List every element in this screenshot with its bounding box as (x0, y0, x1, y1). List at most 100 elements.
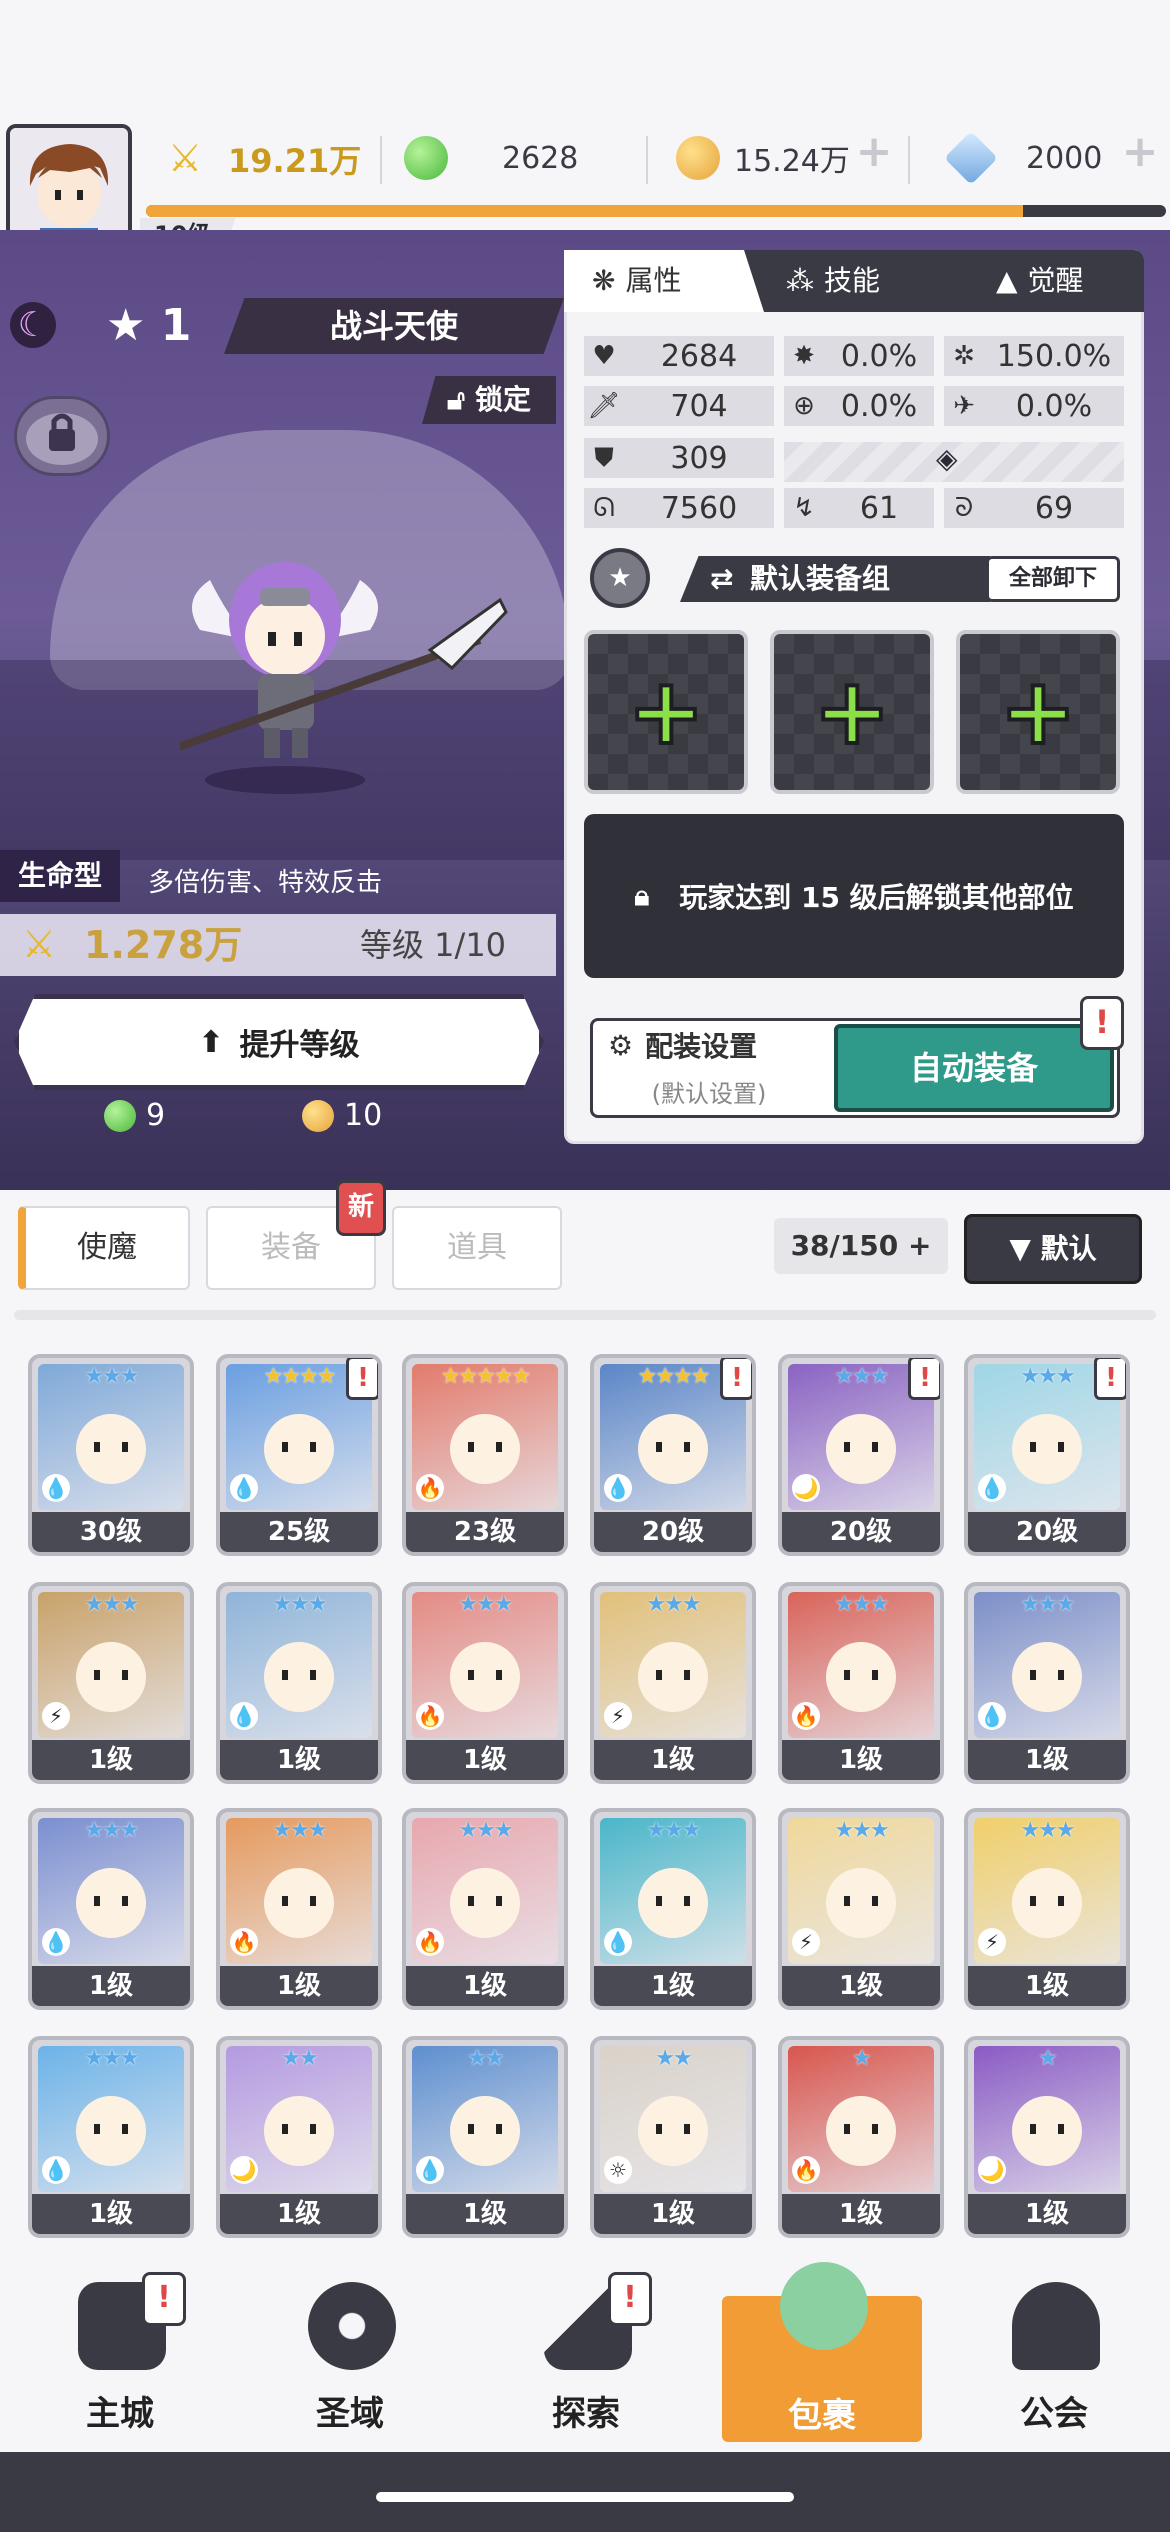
tab-awaken[interactable]: ▲ 觉醒 (996, 250, 1084, 312)
player-power: 19.21万 (228, 142, 362, 180)
tab-skills[interactable]: ⁂ 技能 (786, 250, 880, 312)
hero-star-count: ★ 1 (106, 300, 191, 351)
gold-coin-icon (676, 136, 720, 180)
tab-items[interactable]: 道具 (392, 1206, 562, 1290)
battle-angel-sprite (168, 562, 508, 794)
upgrade-label: 提升等级 (239, 1028, 360, 1063)
gold-coin-icon (302, 1099, 334, 1132)
familiar-level: 1级 (32, 2194, 190, 2234)
familiar-eyes (94, 2124, 128, 2134)
familiar-card[interactable]: ★★★ ⚡ 1级 (28, 1582, 194, 1784)
sword-power-icon: ⚔ (22, 922, 57, 966)
loadout-settings-button[interactable]: ⚙ 配装设置 (594, 1022, 824, 1068)
stat-dodge: ✈ 0.0% (944, 386, 1124, 426)
hero-type-description: 多倍伤害、特效反击 (148, 868, 383, 898)
nav-sanctuary[interactable]: 圣域 (250, 2272, 450, 2442)
familiar-card[interactable]: ★★★ 💧 1级 (964, 1582, 1130, 1784)
xp-bar-fill (146, 205, 1024, 217)
familiar-level: 20级 (782, 1512, 940, 1552)
weapon-slot[interactable]: + (584, 630, 748, 794)
lock-button[interactable]: 🔓︎ 锁定 (422, 376, 556, 424)
tab-attributes[interactable]: ❋ 属性 (564, 250, 764, 312)
upgrade-level-button[interactable]: ⬆ 提升等级 (14, 994, 544, 1090)
element-icon: 🔥 (792, 1702, 820, 1730)
rarity-stars-icon: ★★ (467, 2046, 504, 2071)
familiar-card[interactable]: ★★★ 🔥 1级 (402, 1808, 568, 2010)
nav-guild[interactable]: 公会 (954, 2272, 1154, 2442)
home-indicator[interactable] (376, 2492, 794, 2502)
arrow-up-icon: ⬆ (198, 1024, 224, 1060)
gold-count: 15.24万 (734, 144, 850, 179)
add-icon[interactable]: + (908, 1229, 931, 1262)
familiar-eyes (844, 1670, 878, 1680)
familiar-card[interactable]: ★★ 💧 1级 (402, 2036, 568, 2238)
familiar-card[interactable]: ★★★ ⚡ 1级 (964, 1808, 1130, 2010)
familiar-card[interactable]: ★★★ 💧 20级! (964, 1354, 1130, 1556)
unload-all-button[interactable]: 全部卸下 (986, 556, 1120, 602)
familiar-eyes (844, 2124, 878, 2134)
familiar-card[interactable]: ★★★★ 💧 25级! (216, 1354, 382, 1556)
hero-character[interactable] (168, 540, 510, 800)
familiar-eyes (282, 1442, 316, 1452)
familiar-card[interactable]: ★★★ 💧 1级 (28, 1808, 194, 2010)
familiar-card[interactable]: ★★ ☼ 1级 (590, 2036, 756, 2238)
stat-accuracy: ⊕ 0.0% (784, 386, 934, 426)
familiar-eyes (468, 2124, 502, 2134)
locked-message: 玩家达到 15 级后解锁其他部位 (679, 881, 1074, 914)
element-icon: 💧 (42, 1928, 70, 1956)
nav-main-city[interactable]: ! 主城 (20, 2272, 220, 2442)
xp-bar (146, 205, 1166, 217)
rarity-stars-icon: ★★★ (84, 1818, 139, 1843)
familiar-card[interactable]: ★★★ 💧 1级 (28, 2036, 194, 2238)
familiar-card[interactable]: ★ 🌙 1级 (964, 2036, 1130, 2238)
familiar-card[interactable]: ★★★ 🔥 1级 (216, 1808, 382, 2010)
nav-guild-label: 公会 (1020, 2394, 1088, 2434)
familiar-card[interactable]: ★★★ 💧 1级 (216, 1582, 382, 1784)
pet-lock-badge[interactable] (14, 396, 110, 476)
nav-explore[interactable]: ! 探索 (486, 2272, 686, 2442)
rarity-stars-icon: ★★ (655, 2046, 692, 2071)
shield-icon: ⛊ (594, 442, 614, 473)
familiar-level: 1级 (782, 1966, 940, 2006)
armor-slot[interactable]: + (956, 630, 1120, 794)
familiar-level: 1级 (594, 1966, 752, 2006)
rarity-stars-icon: ★★★ (834, 1592, 889, 1617)
familiar-card[interactable]: ★★ 🌙 1级 (216, 2036, 382, 2238)
familiar-card[interactable]: ★★★ ⚡ 1级 (778, 1808, 944, 2010)
equip-group-selector[interactable]: ⇄ 默认装备组 (680, 556, 990, 602)
familiar-card[interactable]: ★★★ 💧 30级 (28, 1354, 194, 1556)
familiar-eyes (94, 1896, 128, 1906)
familiar-level: 23级 (406, 1512, 564, 1552)
familiar-card[interactable]: ★★★ 🔥 1级 (778, 1582, 944, 1784)
familiar-card[interactable]: ★★★ 🌙 20级! (778, 1354, 944, 1556)
familiar-eyes (656, 1896, 690, 1906)
element-icon: 💧 (42, 2156, 70, 2184)
rarity-stars-icon: ★★★ (834, 1818, 889, 1843)
helmet-slot[interactable]: + (770, 630, 934, 794)
add-crystal-icon[interactable]: + (1112, 124, 1168, 180)
familiar-eyes (94, 1670, 128, 1680)
locked-pet-icon (26, 413, 98, 465)
rarity-stars-icon: ★ (852, 2046, 872, 2071)
familiar-card[interactable]: ★★★★ 💧 20级! (590, 1354, 756, 1556)
rarity-stars-icon: ★★★ (646, 1592, 701, 1617)
familiar-level: 1级 (968, 1966, 1126, 2006)
nav-backpack[interactable]: 包裹 (722, 2262, 922, 2442)
familiar-card[interactable]: ★★★ 💧 1级 (590, 1808, 756, 2010)
familiar-eyes (1030, 2124, 1064, 2134)
familiar-eyes (468, 1442, 502, 1452)
familiar-card[interactable]: ★ 🔥 1级 (778, 2036, 944, 2238)
familiar-card[interactable]: ★★★★★ 🔥 23级 (402, 1354, 568, 1556)
sort-button[interactable]: ▼ 默认 (964, 1214, 1142, 1284)
rarity-stars-icon: ★★★ (272, 1592, 327, 1617)
add-gold-icon[interactable]: + (846, 124, 902, 180)
rarity-stars-icon: ★★★ (646, 1818, 701, 1843)
familiar-card[interactable]: ★★★ 🔥 1级 (402, 1582, 568, 1784)
auto-equip-button[interactable]: 自动装备 (834, 1024, 1114, 1112)
wind-icon: ᘏ (593, 492, 615, 523)
gear-icon: ⚙ (608, 1028, 634, 1062)
tab-familiars[interactable]: 使魔 (18, 1206, 190, 1290)
alert-badge-icon: ! (346, 1358, 378, 1400)
familiar-eyes (1030, 1670, 1064, 1680)
familiar-card[interactable]: ★★★ ⚡ 1级 (590, 1582, 756, 1784)
